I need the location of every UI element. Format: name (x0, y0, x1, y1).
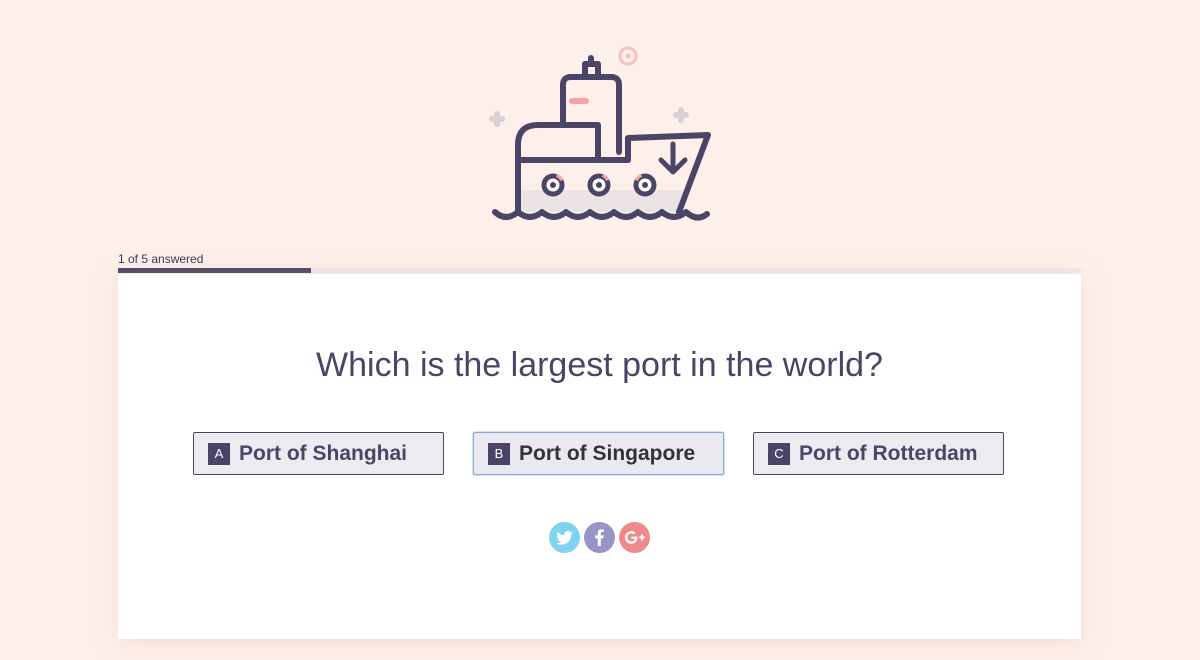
quiz-page: 1 of 5 answered Which is the largest por… (0, 0, 1200, 660)
google-plus-share-button[interactable] (619, 522, 650, 553)
answer-key: A (208, 442, 230, 465)
sparkle-right-icon (673, 107, 689, 123)
progress: 1 of 5 answered (118, 251, 1081, 273)
twitter-icon (556, 530, 573, 545)
facebook-icon (595, 529, 604, 546)
facebook-share-button[interactable] (584, 522, 615, 553)
answer-key: B (488, 442, 510, 465)
answer-key: C (768, 442, 790, 465)
twitter-share-button[interactable] (549, 522, 580, 553)
answer-c-button[interactable]: C Port of Rotterdam (753, 432, 1004, 475)
answer-label: Port of Singapore (519, 441, 696, 465)
answer-a-button[interactable]: A Port of Shanghai (193, 432, 444, 475)
progress-track (118, 268, 1081, 273)
progress-fill (118, 268, 311, 273)
ship-icon (489, 46, 711, 221)
question-text: Which is the largest port in the world? (316, 346, 883, 384)
progress-label: 1 of 5 answered (118, 252, 204, 266)
question-card: Which is the largest port in the world? … (118, 274, 1081, 639)
answer-b-button[interactable]: B Port of Singapore (473, 432, 724, 475)
google-plus-icon (624, 531, 645, 544)
social-share (549, 522, 650, 553)
answer-label: Port of Shanghai (239, 441, 407, 465)
answer-label: Port of Rotterdam (799, 441, 978, 465)
sparkle-left-icon (489, 111, 505, 127)
